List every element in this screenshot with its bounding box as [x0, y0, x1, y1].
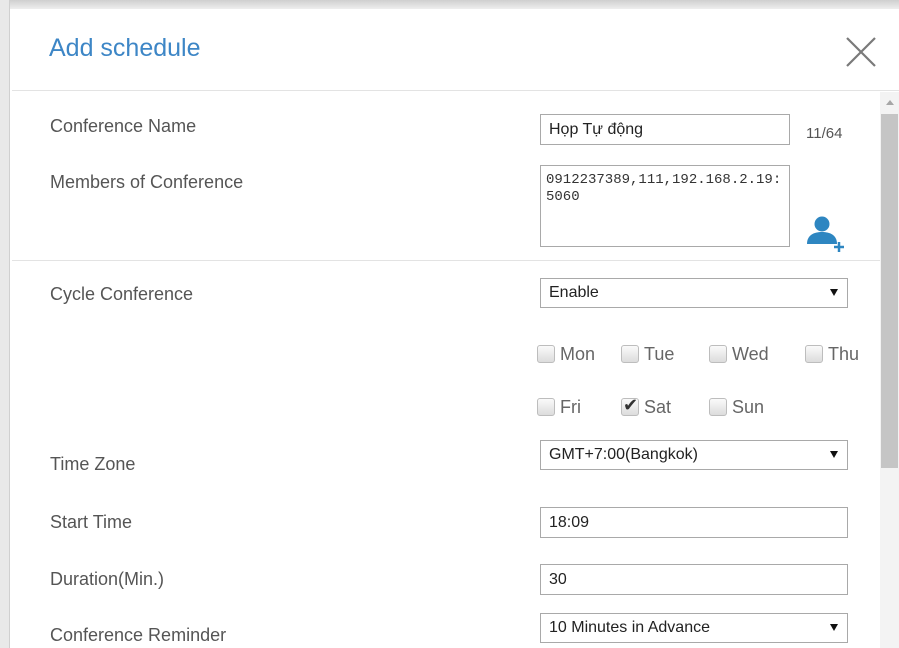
window-top-edge	[0, 0, 899, 9]
cycle-conference-select[interactable]: Enable	[540, 278, 848, 308]
conference-name-label: Conference Name	[50, 116, 197, 136]
day-checkbox-fri[interactable]: Fri	[537, 395, 581, 419]
time-zone-select[interactable]: GMT+7:00(Bangkok)	[540, 440, 848, 470]
day-checkbox-thu[interactable]: Thu	[805, 342, 859, 366]
day-checkbox-sun[interactable]: Sun	[709, 395, 764, 419]
scroll-up-arrow-icon[interactable]	[886, 100, 894, 105]
day-label: Tue	[644, 344, 675, 364]
chevron-down-icon	[830, 451, 838, 458]
checkbox-icon	[621, 345, 639, 363]
day-label: Sat	[644, 397, 672, 417]
time-zone-value: GMT+7:00(Bangkok)	[549, 446, 698, 463]
window-left-edge	[0, 0, 10, 648]
checkbox-icon	[537, 398, 555, 416]
conference-reminder-label: Conference Reminder	[50, 625, 227, 645]
duration-input[interactable]: 30	[540, 564, 848, 595]
checkbox-icon	[709, 398, 727, 416]
duration-label: Duration(Min.)	[50, 569, 165, 589]
conference-reminder-select[interactable]: 10 Minutes in Advance	[540, 613, 848, 643]
time-zone-label: Time Zone	[50, 454, 136, 474]
day-label: Mon	[560, 344, 596, 364]
day-checkbox-tue[interactable]: Tue	[621, 342, 674, 366]
chevron-down-icon	[830, 289, 838, 296]
add-schedule-dialog: Add schedule Conference Name Họp Tự động…	[12, 10, 899, 648]
cycle-conference-value: Enable	[549, 284, 599, 301]
add-user-icon	[807, 216, 844, 252]
dialog-title: Add schedule	[49, 34, 201, 62]
day-checkbox-mon[interactable]: Mon	[537, 342, 595, 366]
scrollbar-thumb[interactable]	[881, 114, 898, 468]
dialog-header: Add schedule	[12, 10, 899, 91]
conference-name-input[interactable]: Họp Tự động	[540, 114, 790, 145]
checkbox-icon	[805, 345, 823, 363]
start-time-label: Start Time	[50, 512, 133, 532]
day-checkbox-sat[interactable]: ✔ Sat	[621, 395, 671, 419]
day-label: Sun	[732, 397, 765, 417]
conference-name-counter: 11/64	[806, 125, 843, 142]
section-divider	[12, 260, 880, 261]
chevron-down-icon	[830, 624, 838, 631]
start-time-input[interactable]: 18:09	[540, 507, 848, 538]
conference-reminder-value: 10 Minutes in Advance	[549, 619, 710, 636]
day-label: Thu	[828, 344, 860, 364]
close-icon	[846, 37, 876, 67]
members-label: Members of Conference	[50, 172, 244, 192]
cycle-conference-label: Cycle Conference	[50, 284, 194, 304]
members-textarea[interactable]: 0912237389,111,192.168.2.19:5060	[540, 165, 790, 247]
add-member-button[interactable]	[802, 213, 850, 253]
checkbox-icon	[537, 345, 555, 363]
checkbox-icon	[709, 345, 727, 363]
day-label: Wed	[732, 344, 769, 364]
day-label: Fri	[560, 397, 581, 417]
day-checkbox-wed[interactable]: Wed	[709, 342, 769, 366]
checkmark-icon: ✔	[621, 395, 639, 416]
screen: Add schedule Conference Name Họp Tự động…	[0, 0, 899, 648]
close-button[interactable]	[841, 32, 881, 72]
